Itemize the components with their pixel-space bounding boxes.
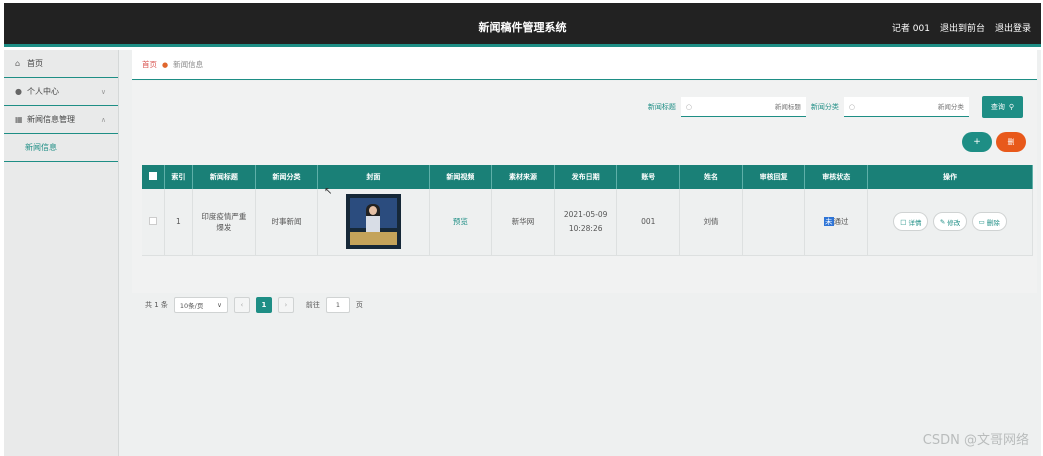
total-count: 共 1 条: [145, 301, 168, 309]
detail-label: 详情: [908, 218, 922, 227]
column-header: 审核状态: [804, 165, 869, 189]
column-header: 账号: [616, 165, 681, 189]
cell-reply: [742, 189, 806, 256]
chevron-down-icon: ∨: [217, 301, 222, 309]
home-icon: ⌂: [15, 59, 21, 68]
column-header: 审核回复: [742, 165, 806, 189]
detail-button[interactable]: □ 详情: [893, 212, 929, 232]
column-header: 索引: [164, 165, 194, 189]
column-header: 姓名: [679, 165, 743, 189]
page-size-value: 10条/页: [179, 302, 204, 310]
user-icon: ●: [15, 87, 22, 96]
mouse-cursor-icon: ↖: [324, 186, 333, 197]
cell-source: 新华网: [491, 189, 555, 256]
grid-icon: ▦: [15, 115, 23, 124]
news-table: 索引 新闻标题 新闻分类 封面 新闻视频 素材来源 发布日期 账号 姓名 审核回…: [142, 165, 1033, 256]
video-preview-link[interactable]: 预览: [453, 217, 468, 226]
trash-icon: ▭: [978, 217, 985, 226]
column-header: 操作: [867, 165, 1033, 189]
search-icon: ○: [848, 102, 855, 111]
column-header: 新闻标题: [192, 165, 256, 189]
page-number-current[interactable]: 1: [255, 297, 272, 313]
status-text: 通过: [833, 217, 849, 227]
breadcrumb: 首页 ● 新闻信息: [132, 50, 1037, 80]
cell-index: 1: [164, 189, 194, 256]
breadcrumb-home[interactable]: 首页: [142, 59, 157, 70]
prev-page-button[interactable]: ‹: [233, 297, 250, 313]
cell-category: 时事新闻: [255, 189, 319, 256]
breadcrumb-separator-icon: ●: [162, 60, 169, 69]
cover-image: [345, 194, 401, 250]
pagination: 共 1 条 10条/页 ∨ ‹ 1 › 前往 1 页: [145, 297, 363, 313]
top-header: 新闻稿件管理系统 记者 001 退出到前台 退出登录: [4, 3, 1041, 47]
chevron-up-icon: ∧: [100, 115, 106, 124]
search-bar: 新闻标题 ○ 新闻分类 ○ 查询 ⚲: [648, 96, 1023, 118]
select-all-checkbox[interactable]: [142, 165, 165, 189]
list-panel: 新闻标题 ○ 新闻分类 ○ 查询 ⚲ + 删: [132, 81, 1037, 313]
edit-label: 修改: [947, 218, 961, 227]
table-header-row: 索引 新闻标题 新闻分类 封面 新闻视频 素材来源 发布日期 账号 姓名 审核回…: [142, 165, 1033, 189]
add-button[interactable]: +: [962, 132, 992, 152]
watermark: CSDN @文哥网络: [922, 433, 1029, 448]
cell-date: 2021-05-09 10:28:26: [554, 189, 618, 256]
chevron-down-icon: ∨: [100, 87, 106, 96]
sidebar-item-label: 首页: [27, 59, 43, 68]
search-icon: ⚲: [1008, 103, 1014, 111]
cell-account: 001: [616, 189, 681, 256]
title-filter-label: 新闻标题: [647, 103, 676, 111]
app-title: 新闻稿件管理系统: [478, 21, 567, 34]
page-size-select[interactable]: 10条/页 ∨: [173, 297, 228, 313]
row-checkbox[interactable]: [142, 189, 165, 256]
cell-actions: □ 详情 ✎ 修改 ▭ 删除: [867, 189, 1033, 256]
sidebar-item-news-info[interactable]: 新闻信息: [4, 134, 118, 162]
column-header: 封面: [317, 165, 430, 189]
table-row: 1 印度疫情严重爆发 时事新闻 预览 新华网 2021-05-09 10:28:…: [142, 189, 1033, 256]
goto-label: 前往: [305, 301, 320, 309]
sidebar: ⌂ 首页 ● 个人中心 ∨ ▦ 新闻信息管理 ∧ 新闻信息: [4, 50, 119, 456]
cell-name: 刘倩: [679, 189, 743, 256]
category-filter-field[interactable]: ○: [843, 97, 969, 117]
delete-label: 删除: [986, 218, 1000, 227]
sidebar-item-label: 个人中心: [27, 87, 59, 96]
delete-button[interactable]: ▭ 删除: [971, 212, 1007, 232]
delete-selected-button[interactable]: 删: [996, 132, 1026, 152]
sidebar-item-personal-center[interactable]: ● 个人中心 ∨: [4, 78, 118, 106]
query-button[interactable]: 查询 ⚲: [981, 96, 1023, 118]
sidebar-item-news-management[interactable]: ▦ 新闻信息管理 ∧: [4, 106, 118, 134]
goto-page-input[interactable]: 1: [325, 297, 350, 313]
title-filter-field[interactable]: ○: [680, 97, 806, 117]
next-page-button[interactable]: ›: [277, 297, 294, 313]
main-content: 首页 ● 新闻信息 新闻标题 ○ 新闻分类 ○ 查询 ⚲ + 删: [119, 50, 1041, 456]
cell-status: 未通过: [804, 189, 869, 256]
query-button-label: 查询: [990, 103, 1005, 111]
category-filter-label: 新闻分类: [810, 103, 839, 111]
back-to-front-link[interactable]: 退出到前台: [940, 21, 985, 34]
detail-icon: □: [900, 217, 907, 226]
column-header: 新闻视频: [429, 165, 493, 189]
search-icon: ○: [685, 102, 692, 111]
category-search-input[interactable]: [873, 102, 964, 111]
column-header: 新闻分类: [255, 165, 319, 189]
page-unit-label: 页: [355, 301, 363, 309]
column-header: 素材来源: [491, 165, 555, 189]
cell-cover: [317, 189, 430, 256]
title-search-input[interactable]: [710, 102, 801, 111]
column-header: 发布日期: [554, 165, 618, 189]
header-actions: 记者 001 退出到前台 退出登录: [892, 21, 1031, 34]
cell-title: 印度疫情严重爆发: [192, 189, 256, 256]
sidebar-item-home[interactable]: ⌂ 首页: [4, 50, 118, 78]
edit-button[interactable]: ✎ 修改: [932, 212, 968, 232]
sidebar-item-label: 新闻信息管理: [27, 115, 75, 124]
cell-video: 预览: [429, 189, 493, 256]
edit-icon: ✎: [939, 217, 946, 226]
current-user: 记者 001: [891, 24, 930, 34]
sidebar-item-label: 新闻信息: [25, 143, 57, 152]
logout-link[interactable]: 退出登录: [995, 21, 1031, 34]
status-selected-text: 未: [824, 217, 834, 227]
breadcrumb-current: 新闻信息: [173, 60, 204, 69]
